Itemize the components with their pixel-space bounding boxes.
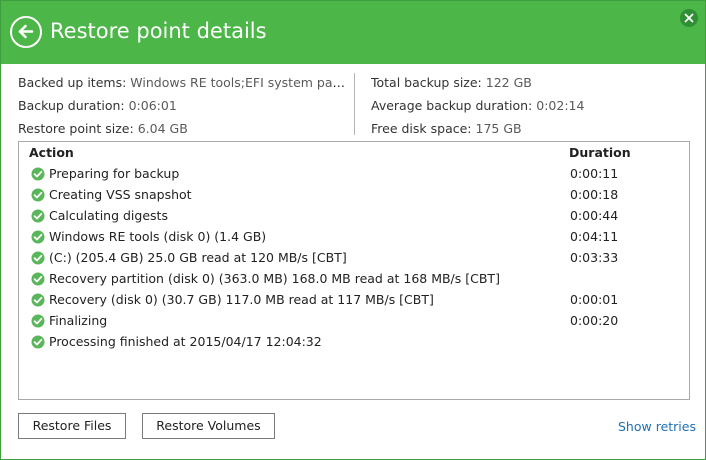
success-check-icon [31,230,45,244]
row-duration: 0:00:44 [570,208,619,223]
row-action: Windows RE tools (disk 0) (1.4 GB) [49,229,267,244]
free-disk-space-row: Free disk space: 175 GB [371,117,584,140]
table-row[interactable]: Recovery partition (disk 0) (363.0 MB) 1… [19,269,689,290]
table-row[interactable]: Preparing for backup 0:00:11 [19,164,689,185]
info-label: Backup duration: [18,98,125,113]
average-backup-duration-row: Average backup duration: 0:02:14 [371,94,584,117]
page-title: Restore point details [50,19,267,43]
table-row[interactable]: Processing finished at 2015/04/17 12:04:… [19,332,689,353]
info-label: Total backup size: [371,75,482,90]
back-arrow-icon [18,24,34,39]
row-action: Processing finished at 2015/04/17 12:04:… [49,334,322,349]
close-button[interactable] [680,9,698,27]
row-action: Recovery partition (disk 0) (363.0 MB) 1… [49,271,500,286]
info-left-panel: Backed up items: Windows RE tools;EFI sy… [18,71,350,140]
row-duration: 0:04:11 [570,229,619,244]
success-check-icon [31,314,45,328]
backed-up-items-row: Backed up items: Windows RE tools;EFI sy… [18,71,350,94]
restore-files-button[interactable]: Restore Files [18,413,126,439]
show-retries-link[interactable]: Show retries [618,419,696,434]
back-button[interactable] [10,16,42,48]
row-duration: 0:00:20 [570,313,619,328]
success-check-icon [31,293,45,307]
success-check-icon [31,167,45,181]
table-row[interactable]: Windows RE tools (disk 0) (1.4 GB) 0:04:1… [19,227,689,248]
success-check-icon [31,188,45,202]
backup-duration-row: Backup duration: 0:06:01 [18,94,350,117]
info-value: 0:02:14 [536,98,585,113]
success-check-icon [31,209,45,223]
success-check-icon [31,251,45,265]
row-action: Preparing for backup [49,166,180,181]
total-backup-size-row: Total backup size: 122 GB [371,71,584,94]
column-header-action[interactable]: Action [29,145,74,160]
restore-volumes-button[interactable]: Restore Volumes [142,413,275,439]
info-value: 122 GB [485,75,532,90]
row-duration: 0:00:11 [570,166,619,181]
restore-point-details-window: Restore point details Backed up items: W… [0,0,706,460]
action-log-table[interactable]: Action Duration Preparing for backup 0:00… [18,141,690,400]
info-divider [354,73,355,135]
row-action: (C:) (205.4 GB) 25.0 GB read at 120 MB/s… [49,250,347,265]
row-duration: 0:03:33 [570,250,619,265]
success-check-icon [31,335,45,349]
header-bar: Restore point details [1,1,705,64]
info-value: Windows RE tools;EFI system parti... [130,75,350,90]
info-label: Average backup duration: [371,98,533,113]
info-value: 175 GB [475,121,522,136]
row-action: Finalizing [49,313,108,328]
info-label: Restore point size: [18,121,134,136]
row-action: Recovery (disk 0) (30.7 GB) 117.0 MB rea… [49,292,434,307]
close-icon [684,13,694,23]
column-header-duration[interactable]: Duration [569,145,631,160]
info-label: Free disk space: [371,121,472,136]
success-check-icon [31,272,45,286]
row-duration: 0:00:18 [570,187,619,202]
info-right-panel: Total backup size: 122 GB Average backup… [371,71,584,140]
row-duration: 0:00:01 [570,292,619,307]
table-row[interactable]: Calculating digests 0:00:44 [19,206,689,227]
row-action: Calculating digests [49,208,168,223]
info-value: 0:06:01 [128,98,177,113]
row-action: Creating VSS snapshot [49,187,192,202]
table-row[interactable]: (C:) (205.4 GB) 25.0 GB read at 120 MB/s… [19,248,689,269]
restore-point-size-row: Restore point size: 6.04 GB [18,117,350,140]
table-row[interactable]: Recovery (disk 0) (30.7 GB) 117.0 MB rea… [19,290,689,311]
info-value: 6.04 GB [137,121,188,136]
table-row[interactable]: Creating VSS snapshot 0:00:18 [19,185,689,206]
info-label: Backed up items: [18,75,127,90]
table-row[interactable]: Finalizing 0:00:20 [19,311,689,332]
